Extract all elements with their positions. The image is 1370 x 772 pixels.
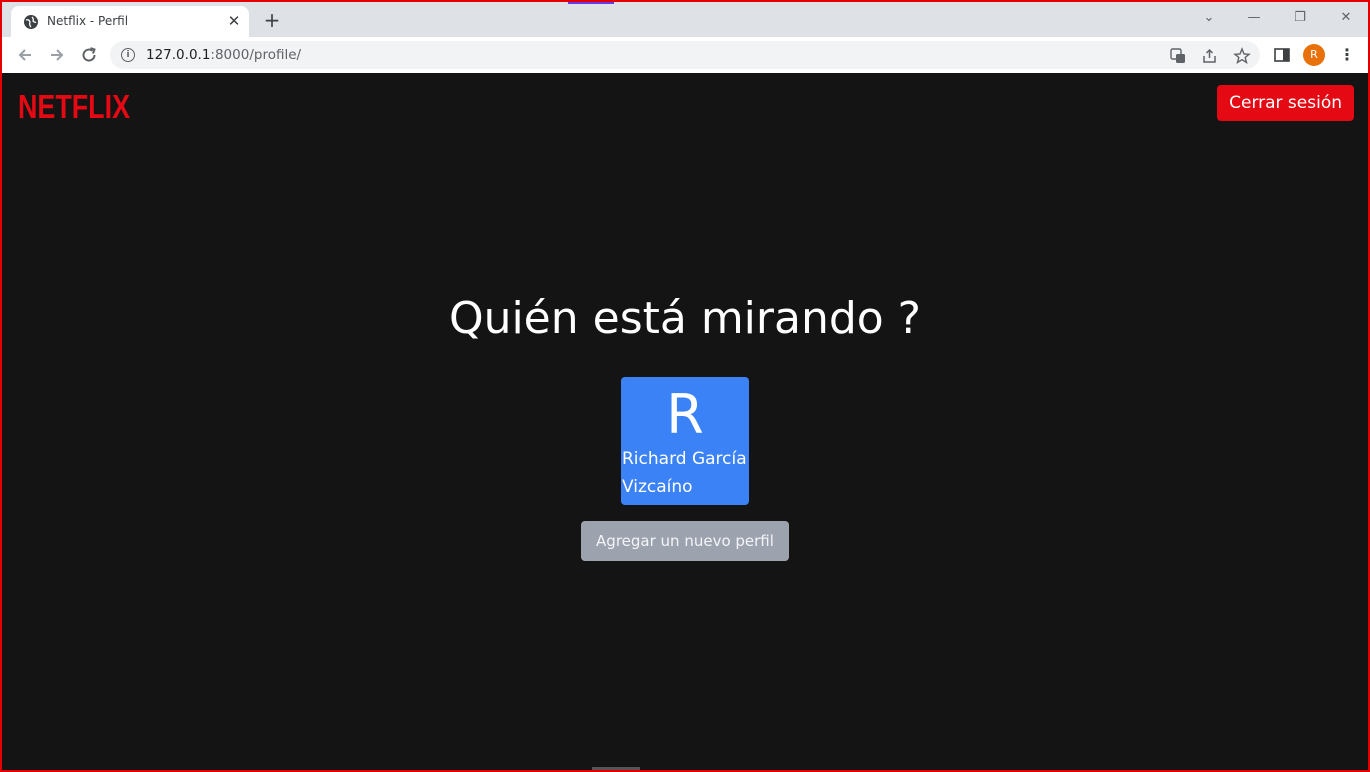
scrollbar-indicator	[592, 767, 640, 770]
translate-icon[interactable]	[1168, 46, 1188, 66]
profile-avatar[interactable]: R	[1303, 44, 1325, 66]
url-text: 127.0.0.1:8000/profile/	[146, 47, 301, 63]
browser-window: Netflix - Perfil ✕ + ⌄ — ❐ ✕ i 127.0.0.1…	[0, 0, 1370, 772]
more-options-icon[interactable]: ⋮	[1338, 45, 1356, 65]
page-content: NETFLIX Cerrar sesión Quién está mirando…	[2, 73, 1368, 770]
url-host: 127.0.0.1	[146, 47, 211, 63]
restore-icon[interactable]: ❐	[1285, 6, 1315, 30]
minimize-icon[interactable]: —	[1239, 6, 1269, 30]
netflix-logo[interactable]: NETFLIX	[18, 87, 132, 121]
new-tab-button[interactable]: +	[260, 8, 284, 32]
loading-indicator	[568, 2, 614, 4]
tab-netflix-perfil[interactable]: Netflix - Perfil ✕	[11, 6, 249, 37]
profile-name: Richard García Vizcaíno	[622, 449, 747, 497]
page-title: Quién está mirando ?	[448, 293, 922, 344]
address-bar[interactable]: i 127.0.0.1:8000/profile/	[110, 41, 1260, 69]
tab-strip: Netflix - Perfil ✕ + ⌄ — ❐ ✕	[2, 2, 1368, 37]
add-profile-button[interactable]: Agregar un nuevo perfil	[581, 521, 789, 561]
close-tab-icon[interactable]: ✕	[225, 12, 243, 30]
forward-icon[interactable]	[44, 42, 70, 68]
browser-toolbar: i 127.0.0.1:8000/profile/ R ⋮	[2, 37, 1368, 74]
reload-icon[interactable]	[76, 42, 102, 68]
url-path: :8000/profile/	[210, 47, 302, 63]
side-panel-icon[interactable]	[1272, 45, 1292, 65]
site-info-icon[interactable]: i	[121, 48, 135, 62]
bookmark-star-icon[interactable]	[1232, 46, 1252, 66]
close-window-icon[interactable]: ✕	[1331, 6, 1361, 30]
logout-button[interactable]: Cerrar sesión	[1217, 85, 1354, 121]
tab-search-icon[interactable]: ⌄	[1194, 6, 1224, 30]
netflix-logo-text: NETFLIX	[18, 88, 130, 121]
tab-title: Netflix - Perfil	[47, 14, 129, 28]
share-icon[interactable]	[1200, 46, 1220, 66]
profile-initial: R	[666, 383, 704, 446]
globe-icon	[24, 15, 38, 29]
back-icon[interactable]	[12, 42, 38, 68]
profile-card[interactable]: R Richard García Vizcaíno	[621, 377, 749, 505]
